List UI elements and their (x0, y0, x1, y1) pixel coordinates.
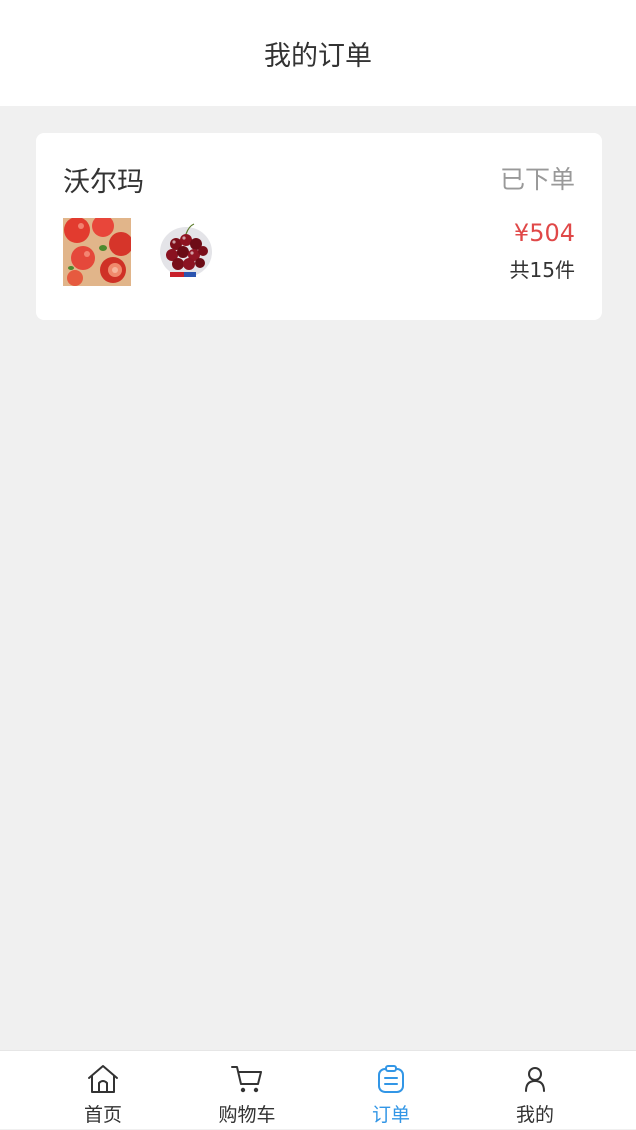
order-icon (374, 1063, 408, 1095)
page-header: 我的订单 (0, 0, 636, 106)
order-status: 已下单 (499, 165, 575, 194)
tab-home[interactable]: 首页 (53, 1051, 153, 1130)
tab-orders[interactable]: 订单 (341, 1051, 441, 1130)
tab-cart-label: 购物车 (218, 1104, 276, 1126)
order-card[interactable]: 沃尔玛 已下单 ¥504 共15件 (36, 133, 602, 320)
cart-icon (230, 1063, 264, 1095)
product-thumbnail-tomato[interactable] (63, 218, 131, 286)
tab-orders-label: 订单 (371, 1104, 410, 1126)
page-title: 我的订单 (264, 40, 372, 72)
order-item-count: 共15件 (509, 258, 575, 282)
tab-me[interactable]: 我的 (485, 1051, 585, 1130)
tomato-image (63, 218, 131, 286)
order-total-price: ¥504 (513, 219, 575, 247)
tab-cart[interactable]: 购物车 (197, 1051, 297, 1130)
bottom-tab-bar: 首页 购物车 订单 我的 (0, 1050, 636, 1129)
user-icon (518, 1063, 552, 1095)
store-name: 沃尔玛 (63, 167, 144, 198)
home-icon (86, 1063, 120, 1095)
tab-me-label: 我的 (515, 1104, 554, 1126)
cherry-image (156, 218, 224, 286)
order-list: 沃尔玛 已下单 ¥504 共15件 (0, 106, 636, 1050)
tab-home-label: 首页 (83, 1104, 122, 1126)
product-thumbnail-cherry[interactable] (156, 218, 224, 286)
